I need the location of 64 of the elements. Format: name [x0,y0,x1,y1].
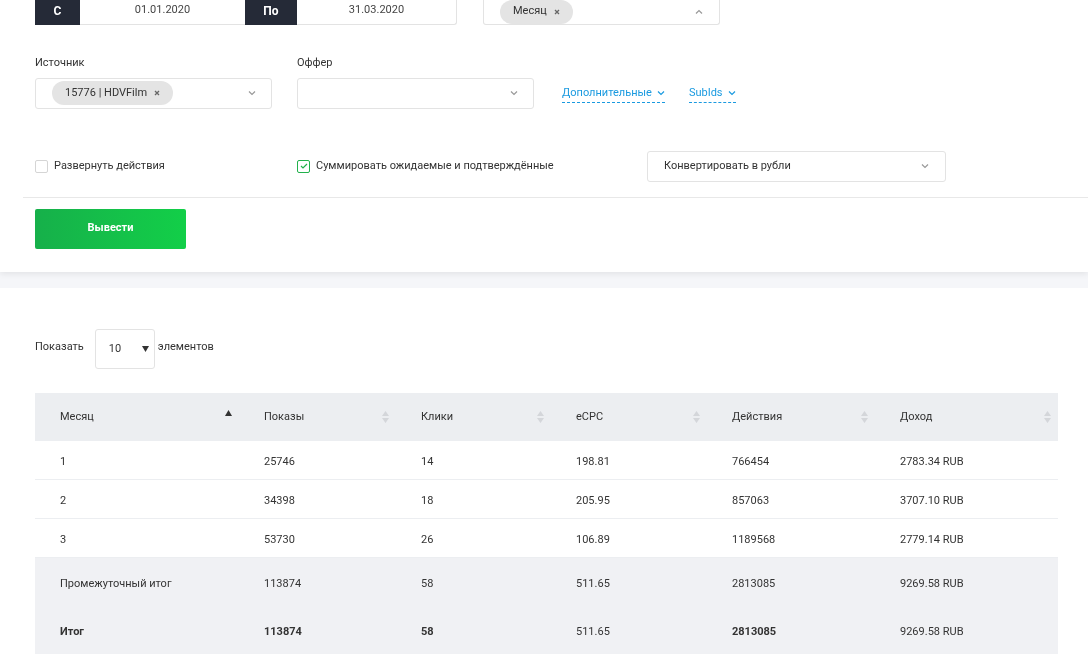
column-header[interactable]: Месяц [35,408,239,426]
table-cell: 198.81 [576,455,610,468]
checkbox-label: Развернуть действия [54,157,165,174]
chevron-down-icon [656,90,665,96]
table-cell: 58 [421,576,434,590]
dropdown-arrow-icon [141,346,149,352]
currency-select-value: Конвертировать в рубли [664,157,791,174]
grouping-select[interactable]: Месяц [483,0,720,25]
source-label: Источник [35,55,86,71]
table-cell: 2813085 [732,576,776,590]
table-cell: 25746 [264,455,295,468]
table-cell: 53730 [264,533,295,546]
chevron-down-icon [248,90,256,96]
checkbox-label: Суммировать ожидаемые и подтверждённые [316,157,554,174]
source-select[interactable]: 15776 | HDVFilm [35,77,272,109]
table-cell: 2813085 [732,624,777,638]
chevron-down-icon [921,163,929,169]
date-to-label: По [245,0,297,25]
checkbox[interactable] [35,159,48,173]
chevron-down-icon [727,90,736,96]
currency-select[interactable]: Конвертировать в рубли [647,150,946,182]
table-cell: 511.65 [576,576,610,590]
table-cell: 9269.58 RUB [900,624,964,638]
chevron-down-icon [510,90,518,96]
show-label: Показать [35,339,84,356]
table-cell: 1 [60,455,67,468]
table-cell: 26 [421,533,434,546]
table-cell: 9269.58 RUB [900,576,964,590]
table-cell: 511.65 [576,624,610,638]
page-size-value: 10 [108,340,122,357]
close-icon[interactable] [154,90,161,96]
column-header[interactable]: Клики [396,408,551,426]
column-header[interactable]: Показы [239,408,396,426]
table-cell: 2779.14 RUB [900,533,964,546]
close-icon[interactable] [553,8,560,15]
table-cell: 3 [60,533,67,546]
table-cell: 2783.34 RUB [900,455,964,468]
tag-label: Месяц [513,3,547,20]
table-cell: 113874 [264,624,302,638]
table-cell: Итог [60,624,84,638]
table-cell: 58 [421,624,434,638]
checkbox[interactable] [297,159,310,173]
table-cell: 1189568 [732,533,776,546]
date-to-field[interactable]: 31.03.2020 [297,0,457,25]
column-header[interactable]: Доход [875,408,1058,426]
table-cell: 113874 [264,576,302,590]
page-size-select[interactable]: 10 [94,329,155,369]
elements-label: элементов [157,339,214,356]
table-cell: 34398 [264,494,295,507]
check-icon [299,163,308,169]
date-from-label: С [35,0,80,25]
table-cell: 3707.10 RUB [900,494,964,507]
column-header[interactable]: Действия [707,408,875,426]
table-cell: 2 [60,494,67,507]
table-cell: Промежуточный итог [60,576,172,590]
table-cell: 106.89 [576,533,610,546]
table-cell: 857063 [732,494,770,507]
table-cell: 14 [421,455,434,468]
table-cell: 205.95 [576,494,610,507]
column-header[interactable]: eCPC [551,408,707,426]
table-cell: 18 [421,494,434,507]
table-cell: 766454 [732,455,770,468]
tag-label: 15776 | HDVFilm [65,84,148,101]
offer-label: Оффер [297,55,334,71]
